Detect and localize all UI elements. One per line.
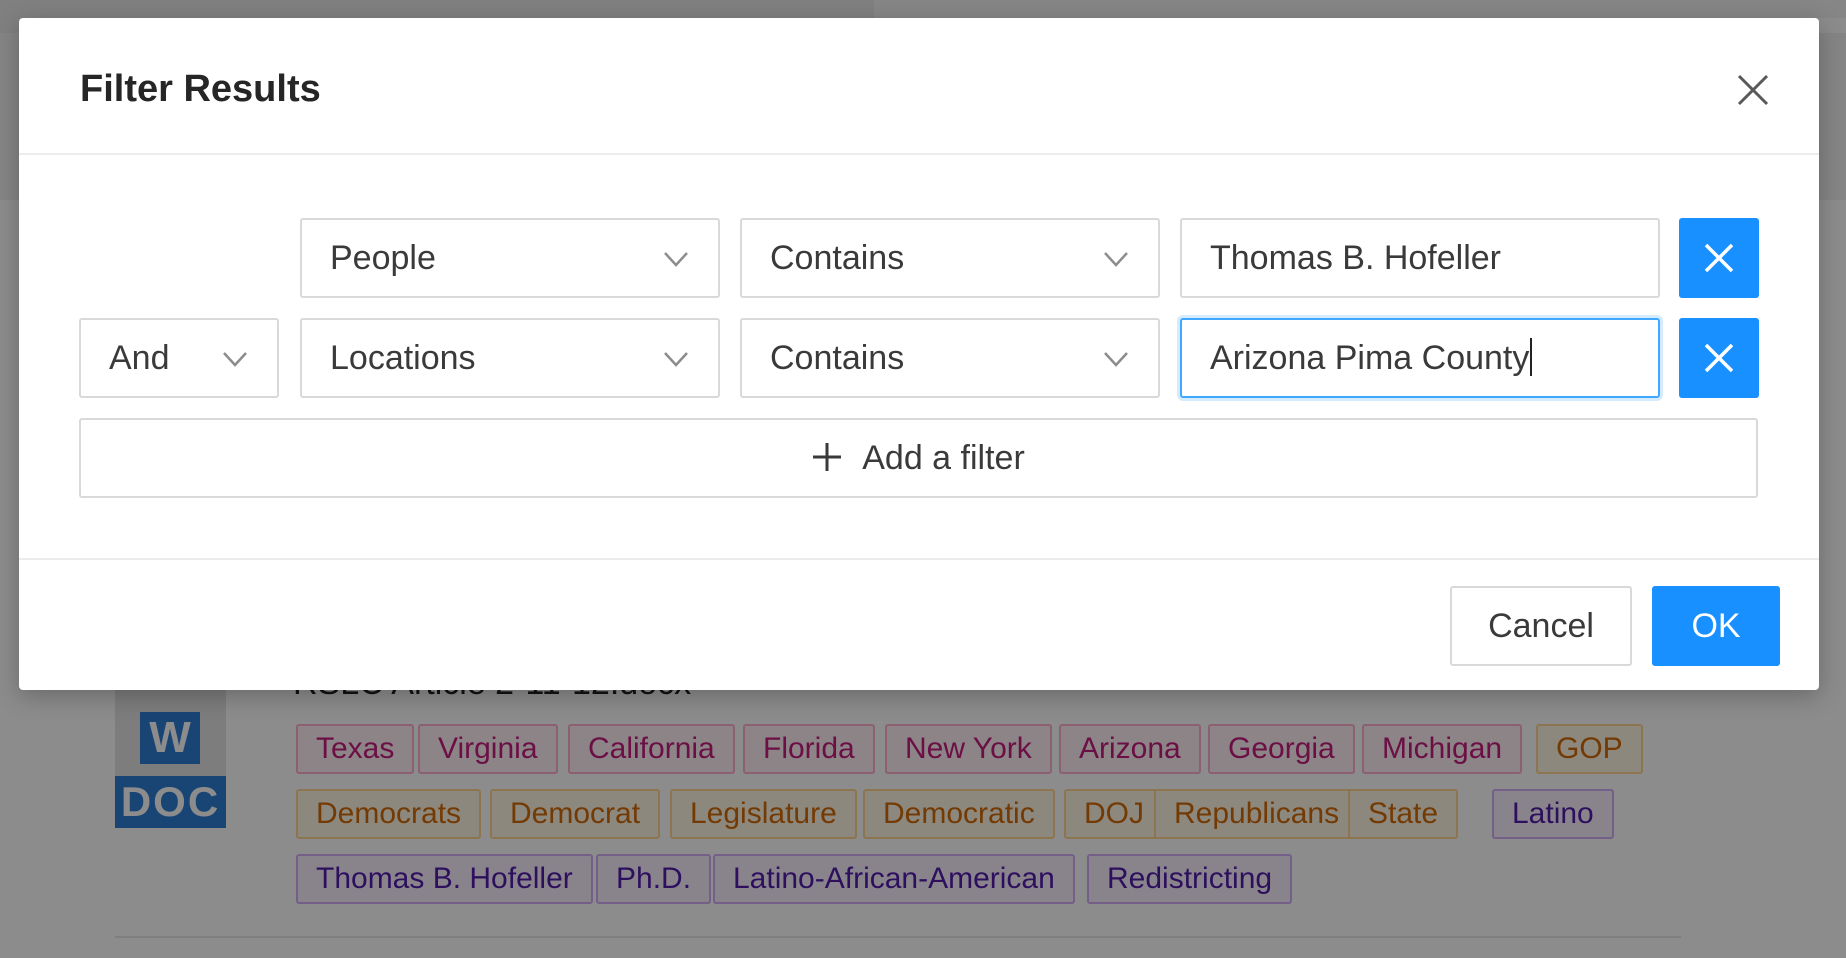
filter-operator-value: Contains: [770, 339, 905, 377]
filter-field-select[interactable]: People: [300, 218, 720, 298]
remove-filter-button[interactable]: [1679, 318, 1759, 398]
plus-icon: [813, 443, 842, 472]
chevron-down-icon: [1104, 252, 1128, 267]
close-icon: [1704, 343, 1734, 373]
modal-footer-divider: [19, 558, 1819, 560]
close-icon: [1704, 243, 1734, 273]
filter-value-input[interactable]: Arizona Pima County: [1180, 318, 1660, 398]
add-filter-label: Add a filter: [862, 439, 1025, 477]
ok-button[interactable]: OK: [1652, 586, 1780, 666]
close-icon[interactable]: [1731, 68, 1775, 112]
chevron-down-icon: [664, 352, 688, 367]
filter-field-value: People: [330, 239, 436, 277]
filter-value-text: Arizona Pima County: [1210, 339, 1530, 377]
chevron-down-icon: [1104, 352, 1128, 367]
text-caret: [1530, 338, 1533, 377]
filter-field-value: Locations: [330, 339, 476, 377]
modal-title: Filter Results: [80, 68, 321, 110]
filter-results-modal: Filter Results People Contains Thomas B.…: [19, 18, 1819, 690]
chevron-down-icon: [664, 252, 688, 267]
filter-value-text: Thomas B. Hofeller: [1210, 239, 1501, 277]
remove-filter-button[interactable]: [1679, 218, 1759, 298]
filter-operator-select[interactable]: Contains: [740, 218, 1160, 298]
filter-operator-select[interactable]: Contains: [740, 318, 1160, 398]
filter-conjunction-select[interactable]: And: [79, 318, 279, 398]
filter-operator-value: Contains: [770, 239, 905, 277]
add-filter-button[interactable]: Add a filter: [79, 418, 1758, 498]
filter-field-select[interactable]: Locations: [300, 318, 720, 398]
filter-value-input[interactable]: Thomas B. Hofeller: [1180, 218, 1660, 298]
filter-conjunction-value: And: [109, 339, 170, 377]
chevron-down-icon: [223, 352, 247, 367]
cancel-button[interactable]: Cancel: [1450, 586, 1632, 666]
modal-header-divider: [19, 153, 1819, 155]
